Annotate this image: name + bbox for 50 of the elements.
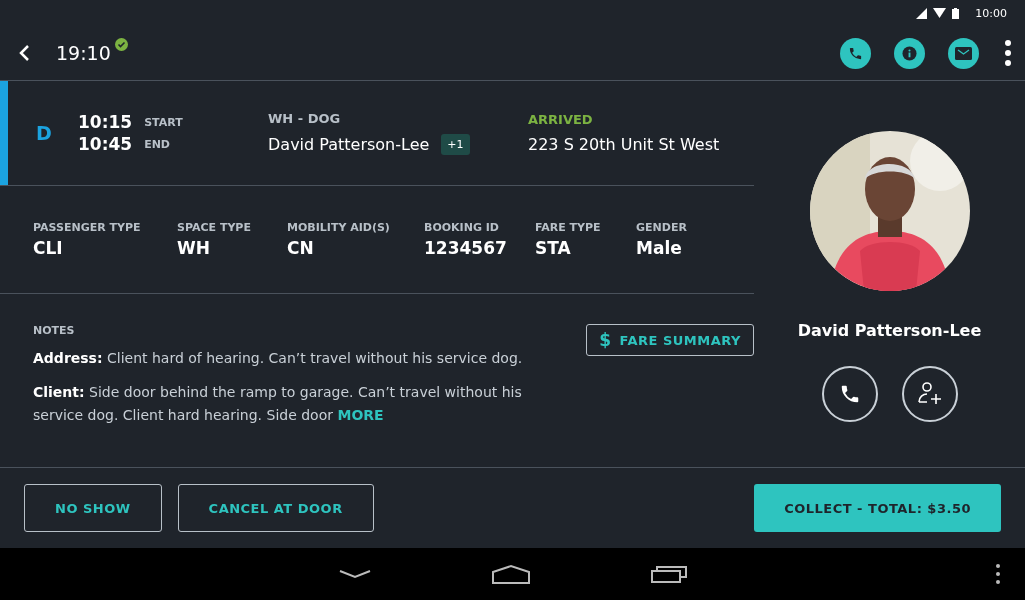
recent-apps-icon[interactable] <box>650 565 687 583</box>
home-icon[interactable] <box>490 564 531 584</box>
detail-label: BOOKING ID <box>424 221 500 234</box>
note-text: Address: Client hard of hearing. Can’t travel without his service dog. <box>33 349 524 368</box>
back-button[interactable] <box>18 44 30 62</box>
phone-icon <box>848 45 863 61</box>
detail-label: PASSENGER TYPE <box>33 221 142 234</box>
trip-time: 19:10 <box>56 42 111 64</box>
action-button[interactable]: CANCEL AT DOOR <box>177 484 374 532</box>
detail-value: CLI <box>33 238 64 258</box>
fare-summary-button[interactable]: $ FARE SUMMARY <box>586 324 754 356</box>
wifi-icon <box>933 8 947 18</box>
clock-time: 10:00 <box>975 6 1007 20</box>
extra-passenger-badge: +1 <box>441 134 470 155</box>
trip-tags: WH - DOG <box>268 111 528 126</box>
passenger-name: David Patterson-Lee <box>268 135 430 154</box>
detail-value: Male <box>636 238 683 258</box>
detail-label: SPACE TYPE <box>177 221 252 234</box>
action-button[interactable]: NO SHOW <box>24 484 162 532</box>
trip-type: D <box>36 122 53 144</box>
mail-icon <box>955 46 972 60</box>
detail-value: STA <box>535 238 572 258</box>
start-label: START <box>144 115 183 129</box>
profile-name: David Patterson-Lee <box>797 321 982 340</box>
start-time: 10:15 <box>78 112 133 132</box>
notes-title: NOTES <box>33 324 76 337</box>
mail-button[interactable] <box>948 37 979 69</box>
add-person-button[interactable] <box>901 366 958 422</box>
trip-address: 223 S 20th Unit St West <box>528 135 720 154</box>
detail-value: WH <box>177 238 211 258</box>
detail-value: 1234567 <box>424 238 508 258</box>
detail-label: MOBILITY AID(S) <box>287 221 391 234</box>
detail-value: CN <box>287 238 315 258</box>
end-time: 10:45 <box>78 134 133 154</box>
detail-label: GENDER <box>636 221 688 234</box>
note-text: Client: Side door behind the ramp to garage. Can’t travel without his service dog. Client hard hearing. Side door MORE <box>33 383 523 425</box>
menu-icon[interactable] <box>996 564 1000 584</box>
more-link[interactable]: MORE <box>337 406 384 423</box>
end-label: END <box>144 137 171 151</box>
detail-label: FARE TYPE <box>535 221 602 234</box>
info-icon <box>902 45 917 61</box>
more-menu-icon[interactable] <box>1005 40 1011 66</box>
info-button[interactable] <box>894 37 925 69</box>
phone-button[interactable] <box>840 37 871 69</box>
signal-icon <box>916 7 928 19</box>
action-button[interactable]: COLLECT - TOTAL: $3.50 <box>754 484 1001 532</box>
trip-status: ARRIVED <box>528 112 594 127</box>
call-passenger-button[interactable] <box>821 366 878 422</box>
battery-icon <box>952 7 960 19</box>
nav-back-icon[interactable] <box>338 569 371 579</box>
